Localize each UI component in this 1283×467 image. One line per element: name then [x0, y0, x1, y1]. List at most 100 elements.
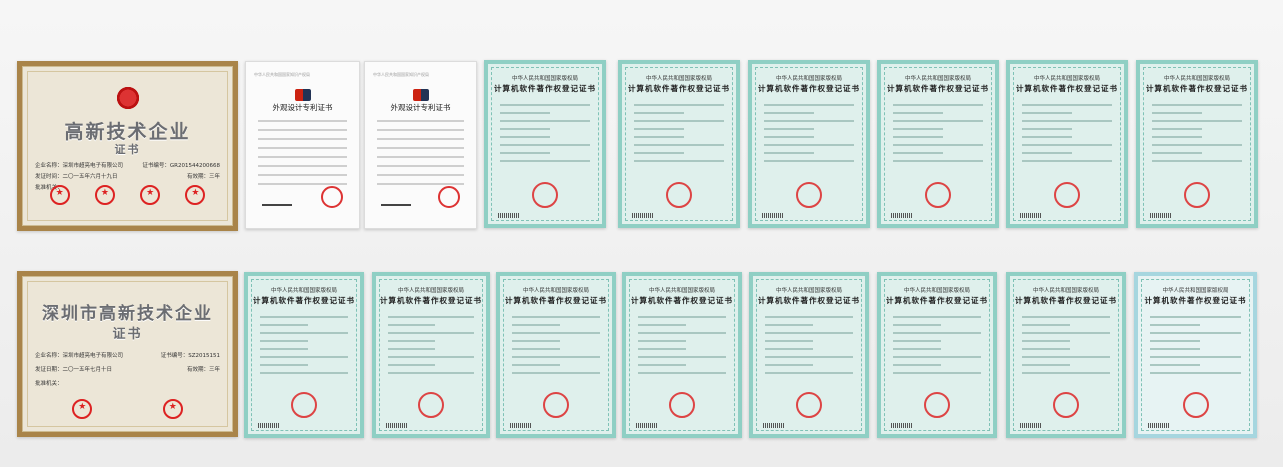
software-copyright-certificate: 中华人民共和国国家版权局 计算机软件著作权登记证书 [1136, 60, 1258, 228]
cert-title: 计算机软件著作权登记证书 [628, 84, 730, 93]
date-label: 发证日期： [35, 367, 63, 373]
design-patent-certificate: 中华人民共和国国家知识产权局 外观设计专利证书 [245, 61, 360, 229]
software-copyright-certificate: 中华人民共和国国家版权局 计算机软件著作权登记证书 [1006, 272, 1126, 438]
patent-title: 外观设计专利证书 [272, 103, 333, 112]
patent-title: 外观设计专利证书 [390, 103, 451, 112]
cert-text-lines [1152, 104, 1242, 168]
cert-no: GR201544200668 [169, 163, 220, 169]
software-copyright-certificate: 中华人民共和国国家版权局 计算机软件著作权登记证书 [244, 272, 364, 438]
cnipa-logo-icon [294, 89, 311, 101]
validity-label: 有效期： [186, 174, 209, 180]
official-stamps [37, 399, 218, 419]
cert-title: 计算机软件著作权登记证书 [631, 296, 733, 305]
seal-icon [669, 392, 695, 418]
seal-icon [94, 185, 115, 205]
cert-title: 计算机软件著作权登记证书 [380, 296, 482, 305]
barcode-icon [1150, 213, 1172, 218]
plaque-title: 深圳市高新技术企业 [42, 304, 213, 324]
cert-title: 计算机软件著作权登记证书 [758, 84, 860, 93]
cert-title: 计算机软件著作权登记证书 [494, 84, 596, 93]
seal-icon [49, 185, 70, 205]
cert-text-lines [1150, 316, 1241, 380]
cert-text-lines [1022, 104, 1112, 168]
barcode-icon [258, 423, 280, 428]
software-copyright-certificate: 中华人民共和国国家版权局 计算机软件著作权登记证书 [622, 272, 742, 438]
seal-icon [162, 399, 183, 419]
cert-text-lines [260, 316, 348, 380]
cert-title: 计算机软件著作权登记证书 [505, 296, 607, 305]
seal-icon [438, 186, 460, 208]
seal-icon [924, 392, 950, 418]
patent-org: 中华人民共和国国家知识产权局 [373, 72, 429, 77]
barcode-icon [1020, 213, 1042, 218]
certificate-row-2: 深圳市高新技术企业 证书 企业名称：深圳市超亮电子有限公司 证书编号：SZ201… [0, 266, 1283, 442]
cert-text-lines [893, 316, 981, 380]
cert-org: 中华人民共和国国家版权局 [1033, 76, 1100, 82]
seal-icon [796, 392, 822, 418]
date-label: 发证时间： [35, 174, 63, 180]
seal-icon [1184, 182, 1210, 208]
cert-org: 中华人民共和国国家版权局 [397, 288, 464, 294]
cert-title: 计算机软件著作权登记证书 [1146, 84, 1248, 93]
company-label: 企业名称： [35, 353, 63, 359]
company-name: 深圳市超亮电子有限公司 [62, 353, 124, 359]
cert-text-lines [638, 316, 726, 380]
software-copyright-certificate: 中华人民共和国国家版权局 计算机软件著作权登记证书 [877, 272, 997, 438]
emblem-icon [114, 85, 141, 111]
patent-text-lines [377, 120, 464, 192]
seal-icon [1182, 392, 1209, 418]
software-copyright-certificate: 中华人民共和国国家版权局 计算机软件著作权登记证书 [496, 272, 616, 438]
software-copyright-certificate: 中华人民共和国国家版权局 计算机软件著作权登记证书 [618, 60, 740, 228]
barcode-icon [763, 423, 785, 428]
plaque-title: 高新技术企业 [64, 121, 191, 143]
shenzhen-high-tech-enterprise-plaque: 深圳市高新技术企业 证书 企业名称：深圳市超亮电子有限公司 证书编号：SZ201… [17, 271, 238, 437]
seal-icon [418, 392, 444, 418]
software-copyright-certificate: 中华人民共和国国家版权局 计算机软件著作权登记证书 [749, 272, 869, 438]
cert-text-lines [634, 104, 724, 168]
company-label: 企业名称： [35, 163, 63, 169]
barcode-icon [891, 213, 913, 218]
cert-text-lines [765, 316, 853, 380]
issuer-label: 批准机关： [35, 381, 63, 387]
cert-org: 中华人民共和国国家版权局 [511, 76, 578, 82]
cert-text-lines [500, 104, 590, 168]
plaque-subtitle: 证书 [114, 143, 141, 156]
cert-org: 中华人民共和国国家版权局 [775, 288, 842, 294]
cert-org: 中华人民共和国国家版权局 [1032, 288, 1099, 294]
plaque-details: 企业名称：深圳市超亮电子有限公司 证书编号：SZ2015151 发证日期：二〇一… [35, 351, 220, 390]
plaque-subtitle: 证书 [112, 327, 143, 342]
cert-org: 中华人民共和国国家版权局 [645, 76, 712, 82]
issue-date: 二〇一五年七月十日 [62, 367, 113, 373]
software-copyright-certificate: 中华人民共和国国家版权局 计算机软件著作权登记证书 [372, 272, 490, 438]
seal-icon [532, 182, 558, 208]
seal-icon [543, 392, 569, 418]
barcode-icon [891, 423, 913, 428]
software-copyright-certificate: 中华人民共和国国家版权局 计算机软件著作权登记证书 [1006, 60, 1128, 228]
cert-text-lines [893, 104, 983, 168]
cert-title: 计算机软件著作权登记证书 [887, 84, 989, 93]
seal-icon [1054, 182, 1080, 208]
software-copyright-certificate: 中华人民共和国国家版权局 计算机软件著作权登记证书 [748, 60, 870, 228]
cert-text-lines [1022, 316, 1110, 380]
design-patent-certificate: 中华人民共和国国家知识产权局 外观设计专利证书 [364, 61, 477, 229]
signature-icon [381, 196, 411, 206]
validity-label: 有效期： [186, 367, 209, 373]
seal-icon [185, 185, 206, 205]
official-stamps [37, 185, 218, 205]
patent-org: 中华人民共和国国家知识产权局 [254, 72, 310, 77]
cert-org: 中华人民共和国国家版权局 [1163, 76, 1230, 82]
cert-org: 中华人民共和国国家版权局 [270, 288, 337, 294]
cert-text-lines [764, 104, 854, 168]
software-copyright-certificate: 中华人民共和国国家版权局 计算机软件著作权登记证书 [1134, 272, 1257, 438]
barcode-icon [510, 423, 532, 428]
seal-icon [140, 185, 161, 205]
cert-text-lines [388, 316, 474, 380]
software-copyright-certificate: 中华人民共和国国家版权局 计算机软件著作权登记证书 [484, 60, 606, 228]
seal-icon [796, 182, 822, 208]
cert-no: SZ2015151 [188, 353, 220, 359]
cert-title: 计算机软件著作权登记证书 [886, 296, 988, 305]
cert-text-lines [512, 316, 600, 380]
issue-date: 二〇一五年六月十九日 [62, 174, 118, 180]
certificate-row-1: 高新技术企业 证书 企业名称：深圳市超亮电子有限公司 证书编号：GR201544… [0, 56, 1283, 232]
validity: 三年 [208, 174, 220, 180]
